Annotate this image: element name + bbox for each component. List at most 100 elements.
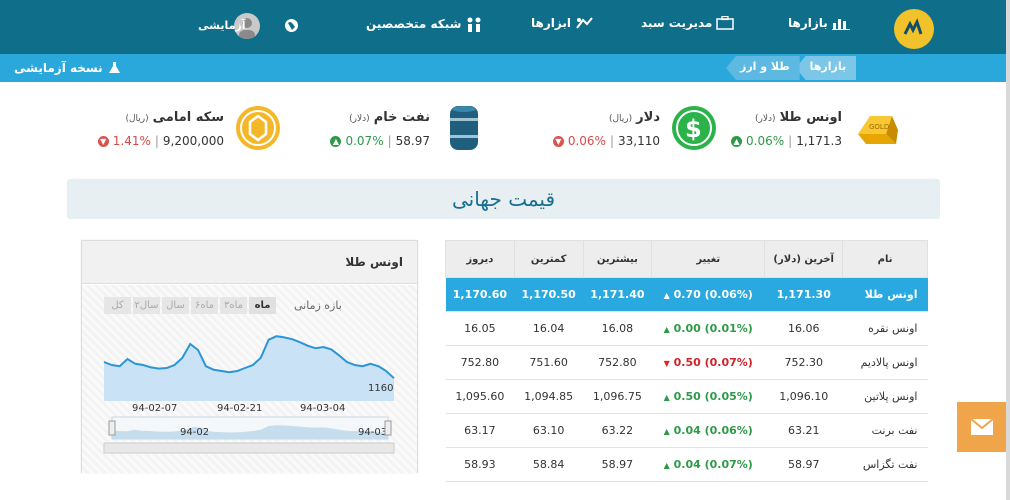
breadcrumb-gold-currency[interactable]: طلا و ارز xyxy=(726,56,800,80)
cell-prev: 16.05 xyxy=(445,311,515,346)
nav-markets[interactable]: بازارها xyxy=(788,16,850,30)
cell-low: 58.84 xyxy=(514,447,583,482)
navigator-tick-label: 94-03 xyxy=(358,427,387,438)
ticker-name: سکه امامی xyxy=(152,110,224,125)
chart-area: کل ۲سال سال ۶ماه ۳ماه ماه بازه زمانی 1160 94-0… xyxy=(82,285,417,473)
cell-last: 1,171.30 xyxy=(764,277,843,312)
ticker-values: ▼ 1.41% | 9,200,000 xyxy=(97,134,224,148)
cell-name: اونس نقره xyxy=(842,311,928,346)
ticker-name: دلار xyxy=(636,110,660,125)
ticker-values: ▼ 0.06% | 33,110 xyxy=(552,134,660,148)
ticker-title: دلار(ریال) xyxy=(609,110,660,125)
cell-change: ▲ 0.00 (0.01%) xyxy=(651,311,765,346)
nav-portfolio-label: مدیریت سبد xyxy=(641,16,713,30)
cell-change-value: 0.04 (0.07%) xyxy=(673,458,753,471)
cell-high: 752.80 xyxy=(583,345,652,380)
table-row[interactable]: 58.93 58.84 58.97 ▲ 0.04 (0.07%) 58.97 نفت تگ… xyxy=(445,447,928,482)
nav-tools[interactable]: ابزارها xyxy=(531,16,593,30)
arrow-up-icon: ▲ xyxy=(330,135,342,147)
cell-name: نفت برنت xyxy=(842,413,928,448)
price-chart[interactable]: 1160 94-02-07 94-02-21 94-03-04 94-02 94-03 xyxy=(82,285,417,473)
cell-prev: 58.93 xyxy=(445,447,515,482)
gold-coin-icon xyxy=(236,106,280,150)
x-tick-label: 94-02-21 xyxy=(217,403,262,414)
nav-experts[interactable]: شبکه متخصصین xyxy=(366,16,483,32)
col-name[interactable]: نام xyxy=(842,240,928,278)
ticker-title: نفت خام(دلار) xyxy=(349,110,430,125)
col-change[interactable]: تغییر xyxy=(651,240,766,278)
col-prev[interactable]: دیروز xyxy=(445,240,515,278)
table-row[interactable]: 63.17 63.10 63.22 ▲ 0.04 (0.06%) 63.21 نفت بر… xyxy=(445,413,928,448)
scrollbar[interactable] xyxy=(1006,0,1010,500)
global-price-header: قیمت جهانی xyxy=(67,179,940,219)
ticker-change: 1.41% xyxy=(112,134,151,148)
ticker-change: 0.06% xyxy=(567,134,606,148)
triangle-up-icon: ▲ xyxy=(663,461,670,470)
bar-chart-icon xyxy=(831,19,850,30)
table-header-row: دیروز کمترین بیشترین تغییر آخرین (دلار) … xyxy=(445,240,928,278)
global-price-title: قیمت جهانی xyxy=(451,187,556,211)
x-tick-label: 94-02-07 xyxy=(132,403,177,414)
cell-prev: 63.17 xyxy=(445,413,515,448)
table-row[interactable]: 16.05 16.04 16.08 ▲ 0.00 (0.01%) 16.06 اونس ن… xyxy=(445,311,928,346)
ticker-values: ▲ 0.06% | 1,171.3 xyxy=(731,134,842,148)
ticker-crude-oil[interactable]: نفت خام(دلار) ▲ 0.07% | 58.97 xyxy=(288,104,488,160)
separator: | xyxy=(609,134,614,148)
people-icon xyxy=(467,17,481,32)
site-logo[interactable] xyxy=(894,9,934,49)
table-row[interactable]: 1,095.60 1,094.85 1,096.75 ▲ 0.50 (0.05%) 1,… xyxy=(445,379,928,414)
cell-prev: 752.80 xyxy=(445,345,515,380)
chart-scrollbar[interactable] xyxy=(103,442,395,454)
breadcrumb: بازارها طلا و ارز xyxy=(726,56,857,80)
col-high[interactable]: بیشترین xyxy=(582,240,653,278)
ticker-name: اونس طلا xyxy=(779,110,842,125)
cell-last: 58.97 xyxy=(764,447,843,482)
tools-icon xyxy=(576,17,593,29)
col-low[interactable]: کمترین xyxy=(513,240,584,278)
arrow-down-icon: ▼ xyxy=(97,135,109,147)
cell-low: 1,094.85 xyxy=(514,379,583,414)
cell-change-value: 0.04 (0.06%) xyxy=(673,424,753,437)
navigator-handle[interactable] xyxy=(108,420,116,436)
x-tick-label: 94-03-04 xyxy=(300,403,345,414)
user-name[interactable]: آزمایشی xyxy=(198,19,246,32)
ticker-value: 58.97 xyxy=(395,134,430,148)
ticker-value: 33,110 xyxy=(618,134,660,148)
arrow-up-icon: ▲ xyxy=(731,135,743,147)
cell-high: 1,171.40 xyxy=(583,277,652,312)
ticker-title: اونس طلا(دلار) xyxy=(755,110,842,125)
gold-chart-panel: اونس طلا کل ۲سال سال ۶ماه ۳ماه ماه بازه زمانی… xyxy=(81,240,418,473)
contact-button[interactable] xyxy=(957,402,1006,452)
table-row[interactable]: 752.80 751.60 752.80 ▼ 0.50 (0.07%) 752.30 او… xyxy=(445,345,928,380)
navigator-handle[interactable] xyxy=(384,420,392,436)
cell-name: اونس پالادیم xyxy=(842,345,928,380)
breadcrumb-markets[interactable]: بازارها xyxy=(795,56,857,80)
col-last[interactable]: آخرین (دلار) xyxy=(764,240,844,278)
table-row[interactable]: 1,170.60 1,170.50 1,171.40 ▲ 0.70 (0.06%) 1,… xyxy=(445,277,928,312)
nav-experts-label: شبکه متخصصین xyxy=(366,17,462,31)
cell-change: ▼ 0.50 (0.07%) xyxy=(651,345,765,380)
language-globe[interactable] xyxy=(284,18,299,37)
prices-table: دیروز کمترین بیشترین تغییر آخرین (دلار) … xyxy=(445,240,928,482)
nav-portfolio[interactable]: مدیریت سبد xyxy=(641,16,735,30)
sample-version[interactable]: نسخه آزمایشی xyxy=(14,61,120,75)
ticker-dollar[interactable]: دلار(ریال) ▼ 0.06% | 33,110 $ xyxy=(518,104,718,160)
globe-icon xyxy=(285,19,298,32)
svg-text:GOLD: GOLD xyxy=(869,123,889,131)
ticker-emami-coin[interactable]: سکه امامی(ریال) ▼ 1.41% | 9,200,000 xyxy=(82,104,282,160)
cell-low: 16.04 xyxy=(514,311,583,346)
cell-change: ▲ 0.70 (0.06%) xyxy=(651,277,765,312)
ticker-unit: (ریال) xyxy=(125,114,149,124)
cell-high: 16.08 xyxy=(583,311,652,346)
briefcase-icon xyxy=(716,16,735,30)
oil-barrel-icon xyxy=(450,106,478,150)
cell-last: 1,096.10 xyxy=(764,379,843,414)
logo-icon xyxy=(903,18,923,35)
ticker-gold-ounce[interactable]: اونس طلا(دلار) ▲ 0.06% | 1,171.3 GOLD xyxy=(700,104,900,160)
cell-high: 63.22 xyxy=(583,413,652,448)
cell-last: 63.21 xyxy=(764,413,843,448)
cell-low: 63.10 xyxy=(514,413,583,448)
separator: | xyxy=(387,134,392,148)
cell-change-value: 0.50 (0.05%) xyxy=(673,390,753,403)
ticker-change: 0.07% xyxy=(345,134,384,148)
